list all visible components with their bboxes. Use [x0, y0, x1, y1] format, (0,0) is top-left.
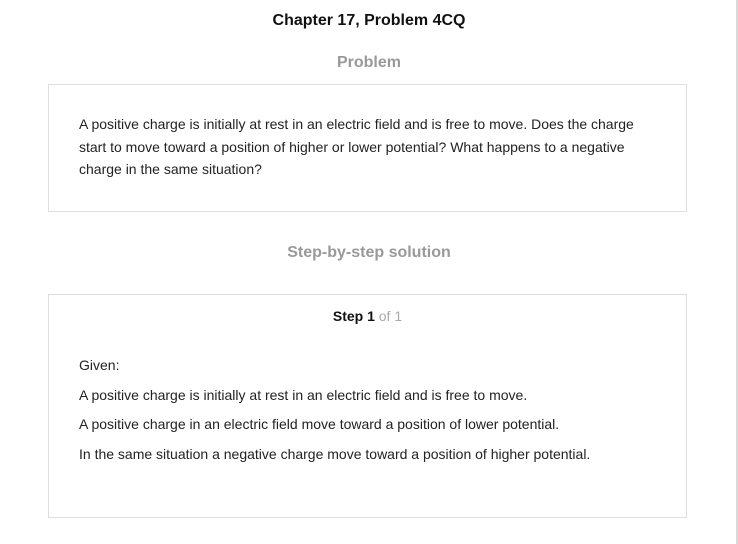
step-line: In the same situation a negative charge … — [79, 446, 591, 462]
step-line: A positive charge in an electric field m… — [79, 416, 560, 432]
problem-heading: Problem — [336, 54, 401, 71]
problem-card: A positive charge is initially at rest i… — [48, 84, 687, 212]
step-count: of 1 — [378, 308, 403, 324]
problem-text: A positive charge is initially at rest i… — [79, 116, 634, 177]
step-line-given: Given: — [79, 357, 120, 373]
step-line: A positive charge is initially at rest i… — [79, 387, 528, 403]
step-header: Step 1 of 1 — [49, 308, 686, 324]
step-label: Step 1 — [332, 308, 375, 324]
solution-heading: Step-by-step solution — [287, 244, 451, 261]
solution-card: Step 1 of 1 Given: A positive charge is … — [48, 294, 687, 518]
page-title: Chapter 17, Problem 4CQ — [272, 12, 466, 29]
